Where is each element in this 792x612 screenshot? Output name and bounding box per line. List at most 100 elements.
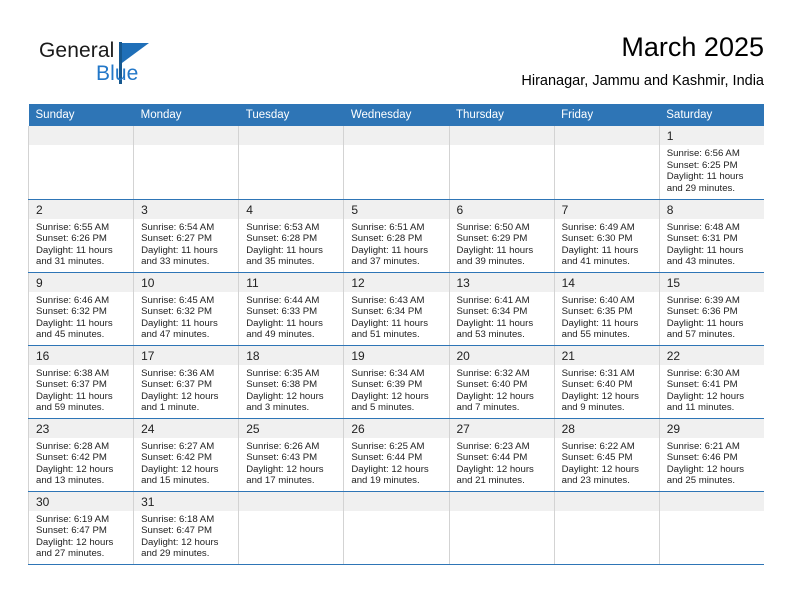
sun-info: Sunrise: 6:27 AM Sunset: 6:42 PM Daylight:… bbox=[134, 438, 238, 487]
title-block: March 2025 Hiranagar, Jammu and Kashmir,… bbox=[204, 30, 764, 92]
calendar-day-cell[interactable]: 25 Sunrise: 6:26 AM Sunset: 6:43 PM Dayligh… bbox=[238, 418, 344, 492]
day-number: 8 bbox=[659, 199, 765, 219]
sunrise-text: Sunrise: 6:40 AM bbox=[561, 294, 635, 306]
calendar-cell-empty bbox=[448, 491, 555, 565]
calendar-day-cell[interactable]: 30 Sunrise: 6:19 AM Sunset: 6:47 PM Dayligh… bbox=[27, 491, 134, 565]
calendar-day-cell[interactable]: 2 Sunrise: 6:55 AM Sunset: 6:26 PM Daylight… bbox=[27, 199, 134, 273]
sun-info: Sunrise: 6:39 AM Sunset: 6:36 PM Daylight:… bbox=[660, 292, 765, 341]
calendar-day-cell[interactable]: 15 Sunrise: 6:39 AM Sunset: 6:36 PM Dayligh… bbox=[658, 272, 765, 346]
calendar-day-cell[interactable]: 17 Sunrise: 6:36 AM Sunset: 6:37 PM Dayligh… bbox=[133, 345, 239, 419]
sunset-text: Sunset: 6:29 PM bbox=[456, 233, 528, 245]
weekday-header-sunday: Sunday bbox=[28, 104, 134, 126]
sun-info: Sunrise: 6:34 AM Sunset: 6:39 PM Daylight:… bbox=[344, 365, 448, 414]
calendar-day-cell[interactable]: 28 Sunrise: 6:22 AM Sunset: 6:45 PM Dayligh… bbox=[553, 418, 660, 492]
calendar-week-row: 2 Sunrise: 6:55 AM Sunset: 6:26 PM Daylight… bbox=[27, 199, 765, 273]
daylight-text: Daylight: 12 hours and 13 minutes. bbox=[36, 463, 114, 487]
page-subtitle: Hiranagar, Jammu and Kashmir, India bbox=[521, 73, 764, 89]
calendar-day-cell[interactable]: 7 Sunrise: 6:49 AM Sunset: 6:30 PM Daylight… bbox=[553, 199, 660, 273]
day-number: 17 bbox=[134, 345, 239, 365]
day-number: 15 bbox=[659, 272, 765, 292]
general-blue-logo[interactable]: General Blue bbox=[39, 39, 169, 95]
calendar-day-cell[interactable]: 4 Sunrise: 6:53 AM Sunset: 6:28 PM Daylight… bbox=[238, 199, 344, 273]
daylight-text: Daylight: 11 hours and 43 minutes. bbox=[666, 244, 744, 268]
day-number: 29 bbox=[659, 418, 765, 438]
calendar-cell-empty bbox=[448, 126, 555, 200]
sunrise-text: Sunrise: 6:19 AM bbox=[36, 513, 110, 525]
sunrise-text: Sunrise: 6:30 AM bbox=[666, 367, 740, 379]
calendar-day-cell[interactable]: 27 Sunrise: 6:23 AM Sunset: 6:44 PM Dayligh… bbox=[448, 418, 555, 492]
sunrise-text: Sunrise: 6:34 AM bbox=[351, 367, 425, 379]
calendar-day-cell[interactable]: 8 Sunrise: 6:48 AM Sunset: 6:31 PM Daylight… bbox=[658, 199, 765, 273]
weekday-header-thursday: Thursday bbox=[449, 104, 555, 126]
sunrise-text: Sunrise: 6:27 AM bbox=[141, 440, 215, 452]
daylight-text: Daylight: 12 hours and 3 minutes. bbox=[246, 390, 324, 414]
daylight-text: Daylight: 12 hours and 25 minutes. bbox=[666, 463, 745, 487]
day-number bbox=[554, 491, 659, 511]
sunset-text: Sunset: 6:34 PM bbox=[456, 306, 528, 318]
calendar-day-cell[interactable]: 31 Sunrise: 6:18 AM Sunset: 6:47 PM Dayligh… bbox=[133, 491, 239, 565]
sunrise-text: Sunrise: 6:36 AM bbox=[141, 367, 215, 379]
calendar-week-row: 30 Sunrise: 6:19 AM Sunset: 6:47 PM Dayligh… bbox=[27, 491, 765, 565]
day-number bbox=[344, 126, 449, 145]
sunrise-text: Sunrise: 6:22 AM bbox=[561, 440, 635, 452]
sunrise-text: Sunrise: 6:53 AM bbox=[246, 221, 320, 233]
weekday-header-saturday: Saturday bbox=[659, 104, 765, 126]
calendar-day-cell[interactable]: 29 Sunrise: 6:21 AM Sunset: 6:46 PM Dayligh… bbox=[658, 418, 765, 492]
calendar-day-cell[interactable]: 5 Sunrise: 6:51 AM Sunset: 6:28 PM Daylight… bbox=[343, 199, 449, 273]
calendar-cell-empty bbox=[343, 491, 449, 565]
sunrise-text: Sunrise: 6:32 AM bbox=[456, 367, 530, 379]
daylight-text: Daylight: 11 hours and 29 minutes. bbox=[666, 171, 744, 194]
calendar-day-cell[interactable]: 23 Sunrise: 6:28 AM Sunset: 6:42 PM Dayligh… bbox=[27, 418, 134, 492]
calendar-header-row: Sunday Monday Tuesday Wednesday Thursday Frid… bbox=[28, 104, 765, 126]
sun-info: Sunrise: 6:23 AM Sunset: 6:44 PM Daylight:… bbox=[450, 438, 554, 487]
sunrise-text: Sunrise: 6:51 AM bbox=[351, 221, 425, 233]
sun-info: Sunrise: 6:41 AM Sunset: 6:34 PM Daylight:… bbox=[450, 292, 554, 341]
sunset-text: Sunset: 6:35 PM bbox=[561, 306, 633, 318]
calendar-day-cell[interactable]: 10 Sunrise: 6:45 AM Sunset: 6:32 PM Dayligh… bbox=[133, 272, 239, 346]
calendar-day-cell[interactable]: 12 Sunrise: 6:43 AM Sunset: 6:34 PM Dayligh… bbox=[343, 272, 449, 346]
calendar-day-cell[interactable]: 6 Sunrise: 6:50 AM Sunset: 6:29 PM Daylight… bbox=[448, 199, 555, 273]
calendar-cell-empty bbox=[553, 491, 660, 565]
sunset-text: Sunset: 6:26 PM bbox=[36, 233, 107, 245]
calendar-day-cell[interactable]: 26 Sunrise: 6:25 AM Sunset: 6:44 PM Dayligh… bbox=[343, 418, 449, 492]
sun-info: Sunrise: 6:18 AM Sunset: 6:47 PM Daylight:… bbox=[134, 511, 238, 560]
sun-info: Sunrise: 6:54 AM Sunset: 6:27 PM Daylight:… bbox=[134, 219, 238, 268]
calendar-day-cell[interactable]: 22 Sunrise: 6:30 AM Sunset: 6:41 PM Dayligh… bbox=[658, 345, 765, 419]
sunset-text: Sunset: 6:47 PM bbox=[36, 525, 107, 537]
calendar-day-cell[interactable]: 16 Sunrise: 6:38 AM Sunset: 6:37 PM Dayligh… bbox=[27, 345, 134, 419]
sunset-text: Sunset: 6:42 PM bbox=[141, 452, 213, 464]
sunset-text: Sunset: 6:44 PM bbox=[456, 452, 528, 464]
calendar-day-cell[interactable]: 21 Sunrise: 6:31 AM Sunset: 6:40 PM Dayligh… bbox=[553, 345, 660, 419]
sun-info: Sunrise: 6:26 AM Sunset: 6:43 PM Daylight:… bbox=[239, 438, 343, 487]
calendar-day-cell[interactable]: 1 Sunrise: 6:56 AM Sunset: 6:25 PM Daylight… bbox=[658, 126, 765, 200]
daylight-text: Daylight: 11 hours and 33 minutes. bbox=[141, 244, 218, 268]
daylight-text: Daylight: 11 hours and 57 minutes. bbox=[666, 317, 744, 341]
day-number bbox=[29, 126, 134, 145]
calendar-day-cell[interactable]: 19 Sunrise: 6:34 AM Sunset: 6:39 PM Dayligh… bbox=[343, 345, 449, 419]
sun-info: Sunrise: 6:32 AM Sunset: 6:40 PM Daylight:… bbox=[450, 365, 554, 414]
masthead: General Blue March 2025 Hiranagar, Jammu… bbox=[28, 30, 764, 100]
calendar-day-cell[interactable]: 11 Sunrise: 6:44 AM Sunset: 6:33 PM Dayligh… bbox=[238, 272, 344, 346]
calendar-day-cell[interactable]: 9 Sunrise: 6:46 AM Sunset: 6:32 PM Daylight… bbox=[27, 272, 134, 346]
sunset-text: Sunset: 6:37 PM bbox=[36, 379, 107, 391]
calendar-cell-empty bbox=[658, 491, 765, 565]
daylight-text: Daylight: 11 hours and 31 minutes. bbox=[36, 244, 113, 268]
calendar-week-row: 1 Sunrise: 6:56 AM Sunset: 6:25 PM Daylight… bbox=[27, 126, 765, 200]
calendar-day-cell[interactable]: 3 Sunrise: 6:54 AM Sunset: 6:27 PM Daylight… bbox=[133, 199, 239, 273]
sunset-text: Sunset: 6:41 PM bbox=[666, 379, 738, 391]
calendar-day-cell[interactable]: 20 Sunrise: 6:32 AM Sunset: 6:40 PM Dayligh… bbox=[448, 345, 555, 419]
calendar-day-cell[interactable]: 18 Sunrise: 6:35 AM Sunset: 6:38 PM Dayligh… bbox=[238, 345, 344, 419]
calendar-day-cell[interactable]: 14 Sunrise: 6:40 AM Sunset: 6:35 PM Dayligh… bbox=[553, 272, 660, 346]
sun-info: Sunrise: 6:44 AM Sunset: 6:33 PM Daylight:… bbox=[239, 292, 343, 341]
sunset-text: Sunset: 6:36 PM bbox=[666, 306, 738, 318]
day-number: 24 bbox=[134, 418, 239, 438]
day-number: 2 bbox=[29, 199, 134, 219]
calendar-day-cell[interactable]: 24 Sunrise: 6:27 AM Sunset: 6:42 PM Dayligh… bbox=[133, 418, 239, 492]
calendar-cell-empty bbox=[27, 126, 134, 200]
sunset-text: Sunset: 6:33 PM bbox=[246, 306, 318, 318]
sunset-text: Sunset: 6:25 PM bbox=[666, 159, 738, 171]
sunset-text: Sunset: 6:47 PM bbox=[141, 525, 213, 537]
calendar-cell-empty bbox=[238, 491, 344, 565]
calendar-day-cell[interactable]: 13 Sunrise: 6:41 AM Sunset: 6:34 PM Dayligh… bbox=[448, 272, 555, 346]
day-number: 20 bbox=[449, 345, 554, 365]
